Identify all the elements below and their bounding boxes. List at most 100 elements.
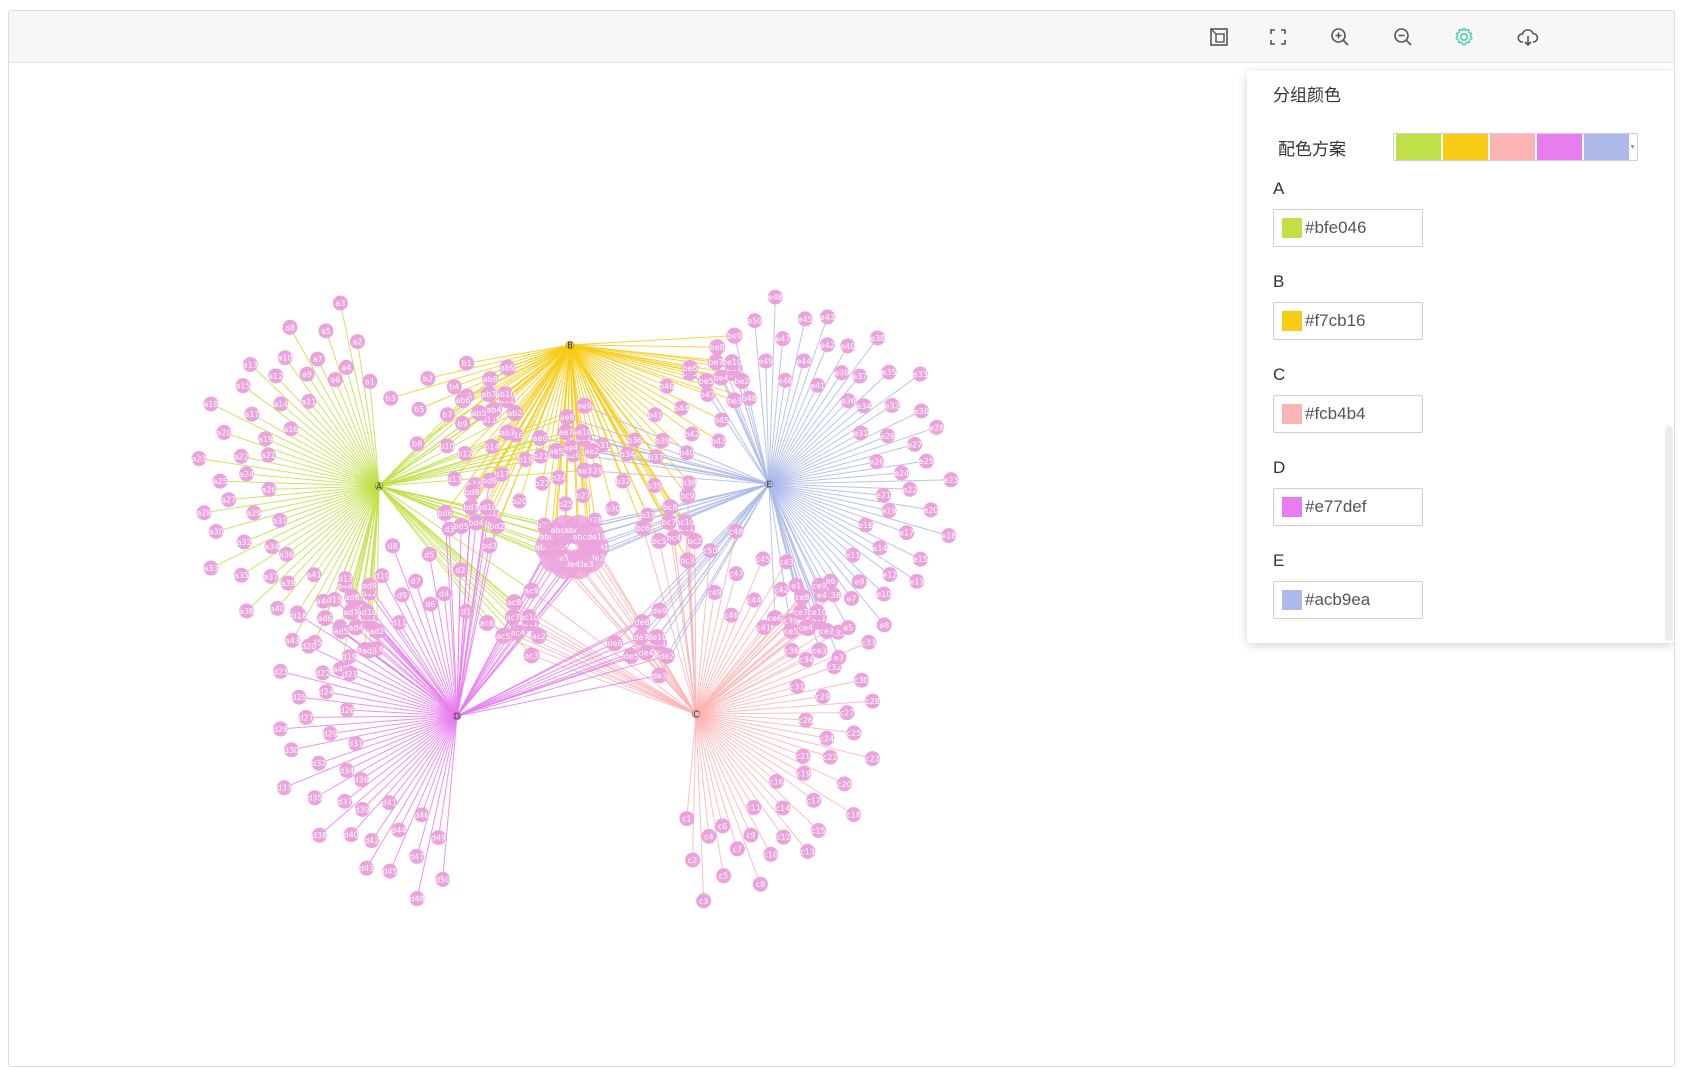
graph-node[interactable]: bd2 (488, 517, 505, 534)
graph-node[interactable]: a30 (209, 523, 224, 539)
graph-node[interactable]: d7 (408, 573, 424, 589)
graph-node[interactable]: a28 (196, 505, 212, 521)
graph-node[interactable]: be4 (712, 369, 729, 386)
graph-node[interactable]: c28 (865, 693, 881, 709)
graph-node[interactable]: d29 (323, 725, 338, 741)
color-chip[interactable] (1282, 218, 1302, 238)
graph-node[interactable]: c17 (806, 792, 822, 808)
graph-node[interactable]: c6 (715, 818, 731, 834)
graph-node[interactable]: b27 (575, 487, 591, 503)
graph-node[interactable]: c12 (775, 829, 791, 845)
graph-node[interactable]: de6 (607, 635, 623, 651)
graph-node[interactable]: c19 (796, 765, 812, 781)
graph-node[interactable]: c49 (707, 584, 723, 600)
graph-node[interactable]: ad9 (361, 577, 378, 594)
graph-node[interactable]: a37 (263, 568, 278, 584)
graph-node[interactable]: b8 (409, 436, 425, 452)
graph-node[interactable]: c16 (769, 773, 785, 789)
graph-node[interactable]: de4 (637, 644, 654, 661)
graph-node[interactable]: ac3 (523, 647, 540, 664)
graph-node[interactable]: c1 (679, 811, 695, 827)
graph-node[interactable]: c11 (746, 800, 762, 816)
graph-node[interactable]: e3 (831, 649, 847, 665)
graph-node[interactable]: e28 (929, 419, 944, 435)
graph-node[interactable]: d45 (382, 863, 398, 879)
graph-node[interactable]: a39 (280, 575, 296, 591)
graph-node[interactable]: ce6 (767, 610, 783, 626)
graph-node[interactable]: b13 (447, 471, 462, 487)
graph-node[interactable]: ab6 (455, 392, 471, 408)
graph-node[interactable]: e43 (820, 309, 835, 325)
graph-node[interactable]: a16 (283, 421, 298, 437)
graph-node[interactable]: ae8 (559, 409, 576, 426)
graph-node[interactable]: a20 (216, 424, 232, 440)
graph-node[interactable]: bd6 (437, 505, 453, 521)
graph-node[interactable]: e5 (840, 620, 856, 636)
graph-node[interactable]: e22 (902, 481, 917, 497)
graph-node[interactable]: a36 (279, 546, 294, 562)
graph-node[interactable]: ac2 (530, 627, 547, 644)
graph-node[interactable]: e37 (852, 368, 867, 384)
graph-node[interactable]: a33 (203, 560, 219, 576)
graph-node[interactable]: e9 (851, 574, 867, 590)
zoom-out-button[interactable] (1389, 23, 1417, 51)
color-chip[interactable] (1282, 311, 1302, 331)
graph-node[interactable]: ce2 (818, 622, 835, 639)
graph-node[interactable]: b14 (484, 438, 500, 454)
graph-node[interactable]: de3 (651, 667, 668, 684)
graph-node[interactable]: d33 (277, 780, 292, 796)
fullscreen-button[interactable] (1264, 23, 1292, 51)
graph-node[interactable]: e50 (747, 313, 762, 329)
graph-node[interactable]: a40 (270, 600, 285, 616)
color-chip[interactable] (1282, 590, 1302, 610)
graph-node[interactable]: e11 (845, 547, 860, 563)
graph-node[interactable]: c18 (846, 807, 862, 823)
graph-node[interactable]: d47 (409, 848, 424, 864)
graph-node[interactable]: e42 (820, 337, 835, 353)
graph-node[interactable]: c44 (746, 592, 762, 608)
graph-node[interactable]: ab9 (499, 359, 516, 376)
graph-node[interactable]: bc5 (651, 532, 668, 549)
graph-node[interactable]: a24 (239, 466, 254, 482)
graph-node[interactable]: e39 (834, 365, 849, 381)
graph-node[interactable]: d26 (340, 702, 355, 718)
graph-node[interactable]: c8 (752, 876, 768, 892)
graph-node[interactable]: bd4 (467, 514, 484, 531)
graph-node[interactable]: e49 (758, 353, 773, 369)
graph-node[interactable]: c9 (743, 827, 759, 843)
graph-node[interactable]: a32 (237, 534, 252, 550)
graph-node[interactable]: e48 (768, 289, 783, 305)
graph-node[interactable]: de9 (651, 602, 668, 619)
graph-node[interactable]: a14 (273, 396, 288, 412)
graph-node[interactable]: c26 (798, 712, 814, 728)
graph-node[interactable]: d11 (392, 614, 407, 630)
graph-node[interactable]: c36 (784, 642, 800, 658)
graph-node[interactable]: ae2 (583, 442, 600, 459)
graph-node[interactable]: a43 (285, 632, 300, 648)
graph-node[interactable]: b5 (411, 401, 427, 417)
graph-node[interactable]: c27 (839, 705, 855, 721)
graph-node[interactable]: a12 (268, 368, 283, 384)
graph-node[interactable]: ae3 (576, 462, 593, 479)
graph-node[interactable]: b43 (711, 433, 726, 449)
graph-node[interactable]: d36 (354, 772, 369, 788)
graph-node[interactable]: b36 (627, 432, 642, 448)
graph-node[interactable]: d18 (292, 607, 307, 623)
graph-node[interactable]: d2 (452, 562, 468, 578)
graph-node[interactable]: e26 (869, 454, 884, 470)
graph-node[interactable]: c33 (861, 634, 877, 650)
graph-node[interactable]: a7 (310, 351, 326, 367)
graph-node[interactable]: a19 (258, 431, 273, 447)
graph-node[interactable]: d40 (344, 827, 359, 843)
graph-node[interactable]: e16 (858, 517, 873, 533)
group-color-input[interactable]: #acb9ea (1273, 581, 1423, 619)
graph-node[interactable]: ae5 (548, 442, 565, 459)
graph-node[interactable]: b25 (558, 496, 573, 512)
graph-node[interactable]: d44 (391, 822, 406, 838)
graph-node[interactable]: ac6 (479, 615, 495, 631)
graph-node[interactable]: a8 (282, 319, 298, 335)
graph-node[interactable]: e25 (919, 453, 934, 469)
graph-node[interactable]: d13 (338, 571, 353, 587)
graph-node[interactable]: c23 (864, 751, 880, 767)
graph-node[interactable]: c30 (854, 672, 870, 688)
